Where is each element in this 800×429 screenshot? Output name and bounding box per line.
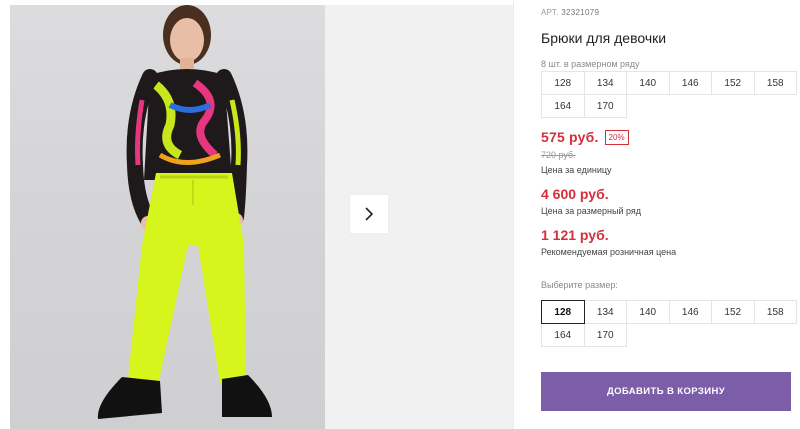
product-sku: АРТ. 32321079: [541, 8, 599, 17]
pack-price: 4 600 руб.: [541, 186, 609, 202]
pack-size-cell: 164: [541, 94, 585, 118]
pack-size-cell: 128: [541, 71, 585, 95]
size-option[interactable]: 164: [541, 323, 585, 347]
retail-price-caption: Рекомендуемая розничная цена: [541, 247, 677, 257]
size-option[interactable]: 158: [753, 300, 797, 324]
add-to-cart-button[interactable]: ДОБАВИТЬ В КОРЗИНУ: [541, 372, 791, 411]
choose-size-label: Выберите размер:: [541, 280, 618, 290]
size-option[interactable]: 152: [711, 300, 755, 324]
product-gallery: [0, 0, 513, 429]
size-option[interactable]: 170: [583, 323, 627, 347]
unit-price: 575 руб.: [541, 129, 599, 145]
unit-price-caption: Цена за единицу: [541, 165, 612, 175]
product-photo[interactable]: [10, 5, 325, 429]
pack-size-cell: 170: [583, 94, 627, 118]
panel-divider: [513, 0, 514, 429]
size-option[interactable]: 146: [668, 300, 712, 324]
pack-size-grid: 128 134 140 146 152 158 164 170: [541, 71, 797, 118]
pack-size-cell: 134: [583, 71, 627, 95]
size-option[interactable]: 128: [541, 300, 585, 324]
old-price: 720 руб.: [541, 150, 576, 160]
chevron-right-icon: [365, 207, 374, 221]
sku-value: 32321079: [561, 8, 600, 17]
pack-size-cell: 158: [753, 71, 797, 95]
pack-size-cell: 146: [668, 71, 712, 95]
sku-label: АРТ.: [541, 8, 559, 17]
pack-price-caption: Цена за размерный ряд: [541, 206, 642, 216]
gallery-next-button[interactable]: [350, 195, 388, 233]
pack-size-cell: 140: [626, 71, 670, 95]
discount-badge: 20%: [604, 129, 629, 145]
price-row: 575 руб. 20%: [541, 129, 629, 145]
retail-price: 1 121 руб.: [541, 227, 609, 243]
product-title: Брюки для девочки: [541, 30, 667, 46]
size-selector: 128 134 140 146 152 158 164 170: [541, 300, 797, 347]
product-info-panel: АРТ. 32321079 Брюки для девочки 8 шт. в …: [541, 0, 800, 429]
pack-note: 8 шт. в размерном ряду: [541, 59, 640, 69]
size-option[interactable]: 134: [583, 300, 627, 324]
model-illustration: [97, 5, 272, 419]
size-option[interactable]: 140: [626, 300, 670, 324]
pack-size-cell: 152: [711, 71, 755, 95]
